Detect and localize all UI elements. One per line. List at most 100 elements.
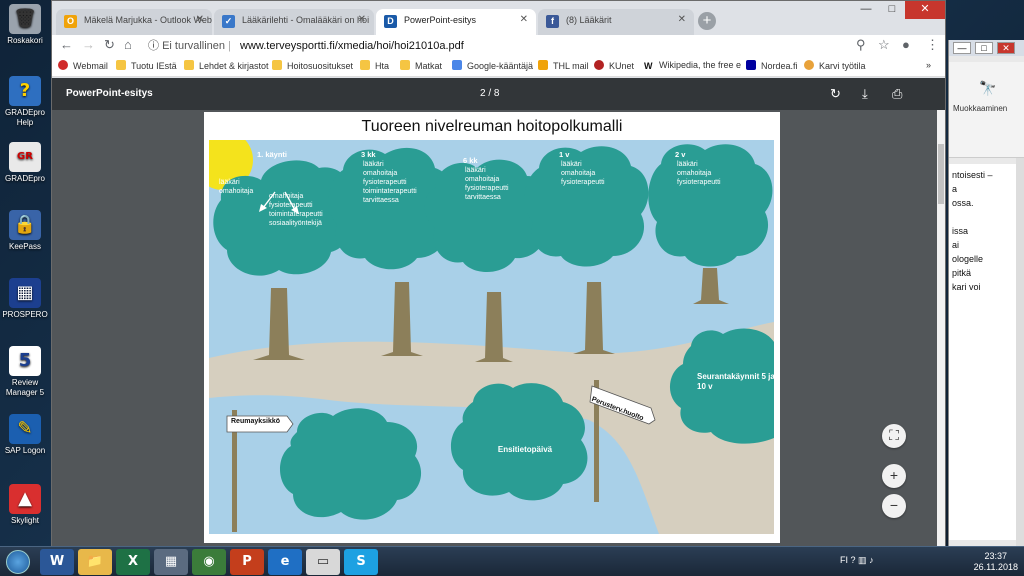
google-translate-icon bbox=[452, 60, 462, 70]
word-window[interactable]: — □ ✕ 🔭 Muokkaaminen ntoisesti – a ossa.… bbox=[948, 40, 1024, 546]
bookmark-folder-lehdet[interactable]: Lehdet & kirjastot bbox=[184, 60, 269, 71]
close-icon[interactable]: ✕ bbox=[196, 14, 204, 25]
doc-line: issa bbox=[952, 226, 969, 236]
bookmark-karvi[interactable]: Karvi työtila bbox=[804, 60, 866, 71]
pdf-viewport[interactable]: Tuoreen nivelreuman hoitopolkumalli 1. k… bbox=[52, 110, 937, 547]
bookmarks-overflow-icon[interactable]: » bbox=[926, 60, 931, 70]
tree-label-6kk: 6 kk lääkäri omahoitaja fysioterapeutti … bbox=[463, 156, 509, 202]
close-icon[interactable]: ✕ bbox=[358, 14, 366, 25]
new-tab-button[interactable]: + bbox=[698, 12, 716, 30]
tree-item: fysioterapeutti bbox=[677, 179, 721, 186]
taskbar-document[interactable]: ▭ bbox=[306, 549, 340, 575]
document-icon: ▭ bbox=[316, 554, 330, 569]
desktop-icon-prospero[interactable]: ▦ PROSPERO bbox=[2, 278, 48, 320]
clock[interactable]: 23:37 26.11.2018 bbox=[974, 551, 1018, 573]
word-scrollbar[interactable] bbox=[1016, 158, 1024, 546]
close-icon[interactable]: ✕ bbox=[997, 42, 1015, 54]
home-icon[interactable]: ⌂ bbox=[124, 37, 132, 52]
desktop-icon-gradepro-help[interactable]: ? GRADEpro Help bbox=[2, 76, 48, 128]
bookmark-thl-mail[interactable]: THL mail bbox=[538, 60, 589, 71]
close-icon[interactable]: ✕ bbox=[678, 14, 686, 25]
sap-icon: ✎ bbox=[9, 414, 41, 444]
address-bar[interactable]: ⓘ Ei turvallinen | www.terveysportti.fi/… bbox=[148, 36, 848, 56]
fit-page-button[interactable]: ⛶ bbox=[882, 424, 906, 448]
minimize-icon[interactable]: — bbox=[853, 1, 879, 19]
tab-outlook[interactable]: O Mäkelä Marjukka - Outlook Web ✕ bbox=[56, 9, 212, 35]
bookmark-star-icon[interactable]: ☆ bbox=[878, 37, 890, 53]
desktop-icon-review-manager[interactable]: 5 Review Manager 5 bbox=[2, 346, 48, 398]
skype-icon: S bbox=[356, 554, 366, 569]
desktop-icon-keepass[interactable]: 🔒 KeePass bbox=[2, 210, 48, 252]
network-icon[interactable]: ▥ bbox=[858, 555, 867, 565]
help-icon[interactable]: ? bbox=[851, 555, 856, 565]
zoom-icon[interactable]: ⚲ bbox=[856, 37, 866, 53]
bookmark-label: Lehdet & kirjastot bbox=[199, 61, 269, 71]
taskbar-explorer[interactable]: 📁 bbox=[78, 549, 112, 575]
desktop-icon-gradepro[interactable]: GR GRADEpro bbox=[2, 142, 48, 184]
bookmark-folder-hta[interactable]: Hta bbox=[360, 60, 389, 71]
desktop-icon-sap-logon[interactable]: ✎ SAP Logon bbox=[2, 414, 48, 456]
bookmark-label: Wikipedia, the free e bbox=[659, 60, 742, 70]
reload-icon[interactable]: ↻ bbox=[104, 37, 115, 53]
bookmark-folder-matkat[interactable]: Matkat bbox=[400, 60, 442, 71]
bookmark-folder-hoitosuositukset[interactable]: Hoitosuositukset bbox=[272, 60, 353, 71]
back-icon[interactable]: ← bbox=[60, 37, 73, 52]
rotate-icon[interactable]: ↻ bbox=[830, 86, 841, 102]
tree-trunk bbox=[693, 268, 729, 304]
close-icon[interactable]: ✕ bbox=[520, 14, 528, 25]
close-window-icon[interactable]: ✕ bbox=[905, 1, 945, 19]
kunet-icon bbox=[594, 60, 604, 70]
tab-title: Mäkelä Marjukka - Outlook Web bbox=[84, 15, 212, 25]
tab-facebook[interactable]: f (8) Lääkärit ✕ bbox=[538, 9, 694, 35]
lock-icon: 🔒 bbox=[9, 210, 41, 240]
tab-title: PowerPoint-esitys bbox=[404, 15, 477, 25]
profile-icon[interactable]: ● bbox=[902, 37, 910, 52]
folder-icon: 📁 bbox=[86, 554, 104, 569]
folder-icon bbox=[400, 60, 410, 70]
start-button[interactable] bbox=[6, 550, 30, 574]
bookmark-google-translate[interactable]: Google-kääntäjä bbox=[452, 60, 533, 71]
print-icon[interactable]: ⎙ bbox=[892, 86, 902, 102]
tab-laakarilehti[interactable]: ✓ Lääkärilehti - Omalääkäri on hoi ✕ bbox=[214, 9, 374, 35]
taskbar-skype[interactable]: S bbox=[344, 549, 378, 575]
volume-icon[interactable]: ♪ bbox=[869, 555, 874, 565]
zoom-in-button[interactable]: + bbox=[882, 464, 906, 488]
find-icon[interactable]: 🔭 bbox=[979, 80, 996, 97]
bookmark-webmail[interactable]: Webmail bbox=[58, 60, 108, 71]
scrollbar-thumb[interactable] bbox=[938, 144, 944, 204]
taskbar-internet-explorer[interactable]: e bbox=[268, 549, 302, 575]
desktop-icon-recycle-bin[interactable]: 🗑 Roskakori bbox=[2, 4, 48, 46]
minimize-icon[interactable]: — bbox=[953, 42, 971, 54]
pdf-page-indicator[interactable]: 2 / 8 bbox=[480, 88, 499, 99]
bookmark-kunet[interactable]: KUnet bbox=[594, 60, 634, 71]
download-icon[interactable]: ⤓ bbox=[862, 86, 868, 102]
clock-date: 26.11.2018 bbox=[973, 562, 1018, 572]
tree-items-first-visit-b: omahoitaja fysioterapeutti toimintaterap… bbox=[267, 192, 323, 228]
desktop-icon-skylight[interactable]: ▲ Skylight bbox=[2, 484, 48, 526]
bookmark-wikipedia[interactable]: W Wikipedia, the free e bbox=[644, 60, 741, 71]
maximize-icon[interactable]: □ bbox=[975, 42, 993, 54]
maximize-icon[interactable]: □ bbox=[879, 1, 905, 19]
fit-page-icon: ⛶ bbox=[889, 427, 899, 443]
ribbon-group-label[interactable]: Muokkaaminen bbox=[953, 104, 1007, 113]
menu-icon[interactable]: ⋮ bbox=[926, 37, 939, 53]
chrome-icon: ◉ bbox=[203, 554, 215, 569]
tree-item: omahoitaja bbox=[677, 170, 712, 177]
bookmark-label: Matkat bbox=[415, 61, 443, 71]
bookmark-label: KUnet bbox=[609, 61, 635, 71]
taskbar-calculator[interactable]: ▦ bbox=[154, 549, 188, 575]
info-icon[interactable]: ⓘ bbox=[148, 40, 159, 52]
forward-icon[interactable]: → bbox=[82, 37, 95, 52]
taskbar-excel[interactable]: X bbox=[116, 549, 150, 575]
taskbar-chrome[interactable]: ◉ bbox=[192, 549, 226, 575]
zoom-out-button[interactable]: − bbox=[882, 494, 906, 518]
tree-heading: 1 v bbox=[559, 150, 570, 159]
tab-powerpoint-esitys[interactable]: D PowerPoint-esitys ✕ bbox=[376, 9, 536, 35]
pdf-scrollbar[interactable] bbox=[937, 110, 945, 547]
taskbar-word[interactable]: W bbox=[40, 549, 74, 575]
language-indicator[interactable]: FI bbox=[840, 555, 848, 565]
word-document-page[interactable]: ntoisesti – a ossa. issa ai ologelle pit… bbox=[949, 164, 1017, 540]
bookmark-folder-tuotu[interactable]: Tuotu IEstä bbox=[116, 60, 177, 71]
bookmark-nordea[interactable]: Nordea.fi bbox=[746, 60, 798, 71]
taskbar-powerpoint[interactable]: P bbox=[230, 549, 264, 575]
